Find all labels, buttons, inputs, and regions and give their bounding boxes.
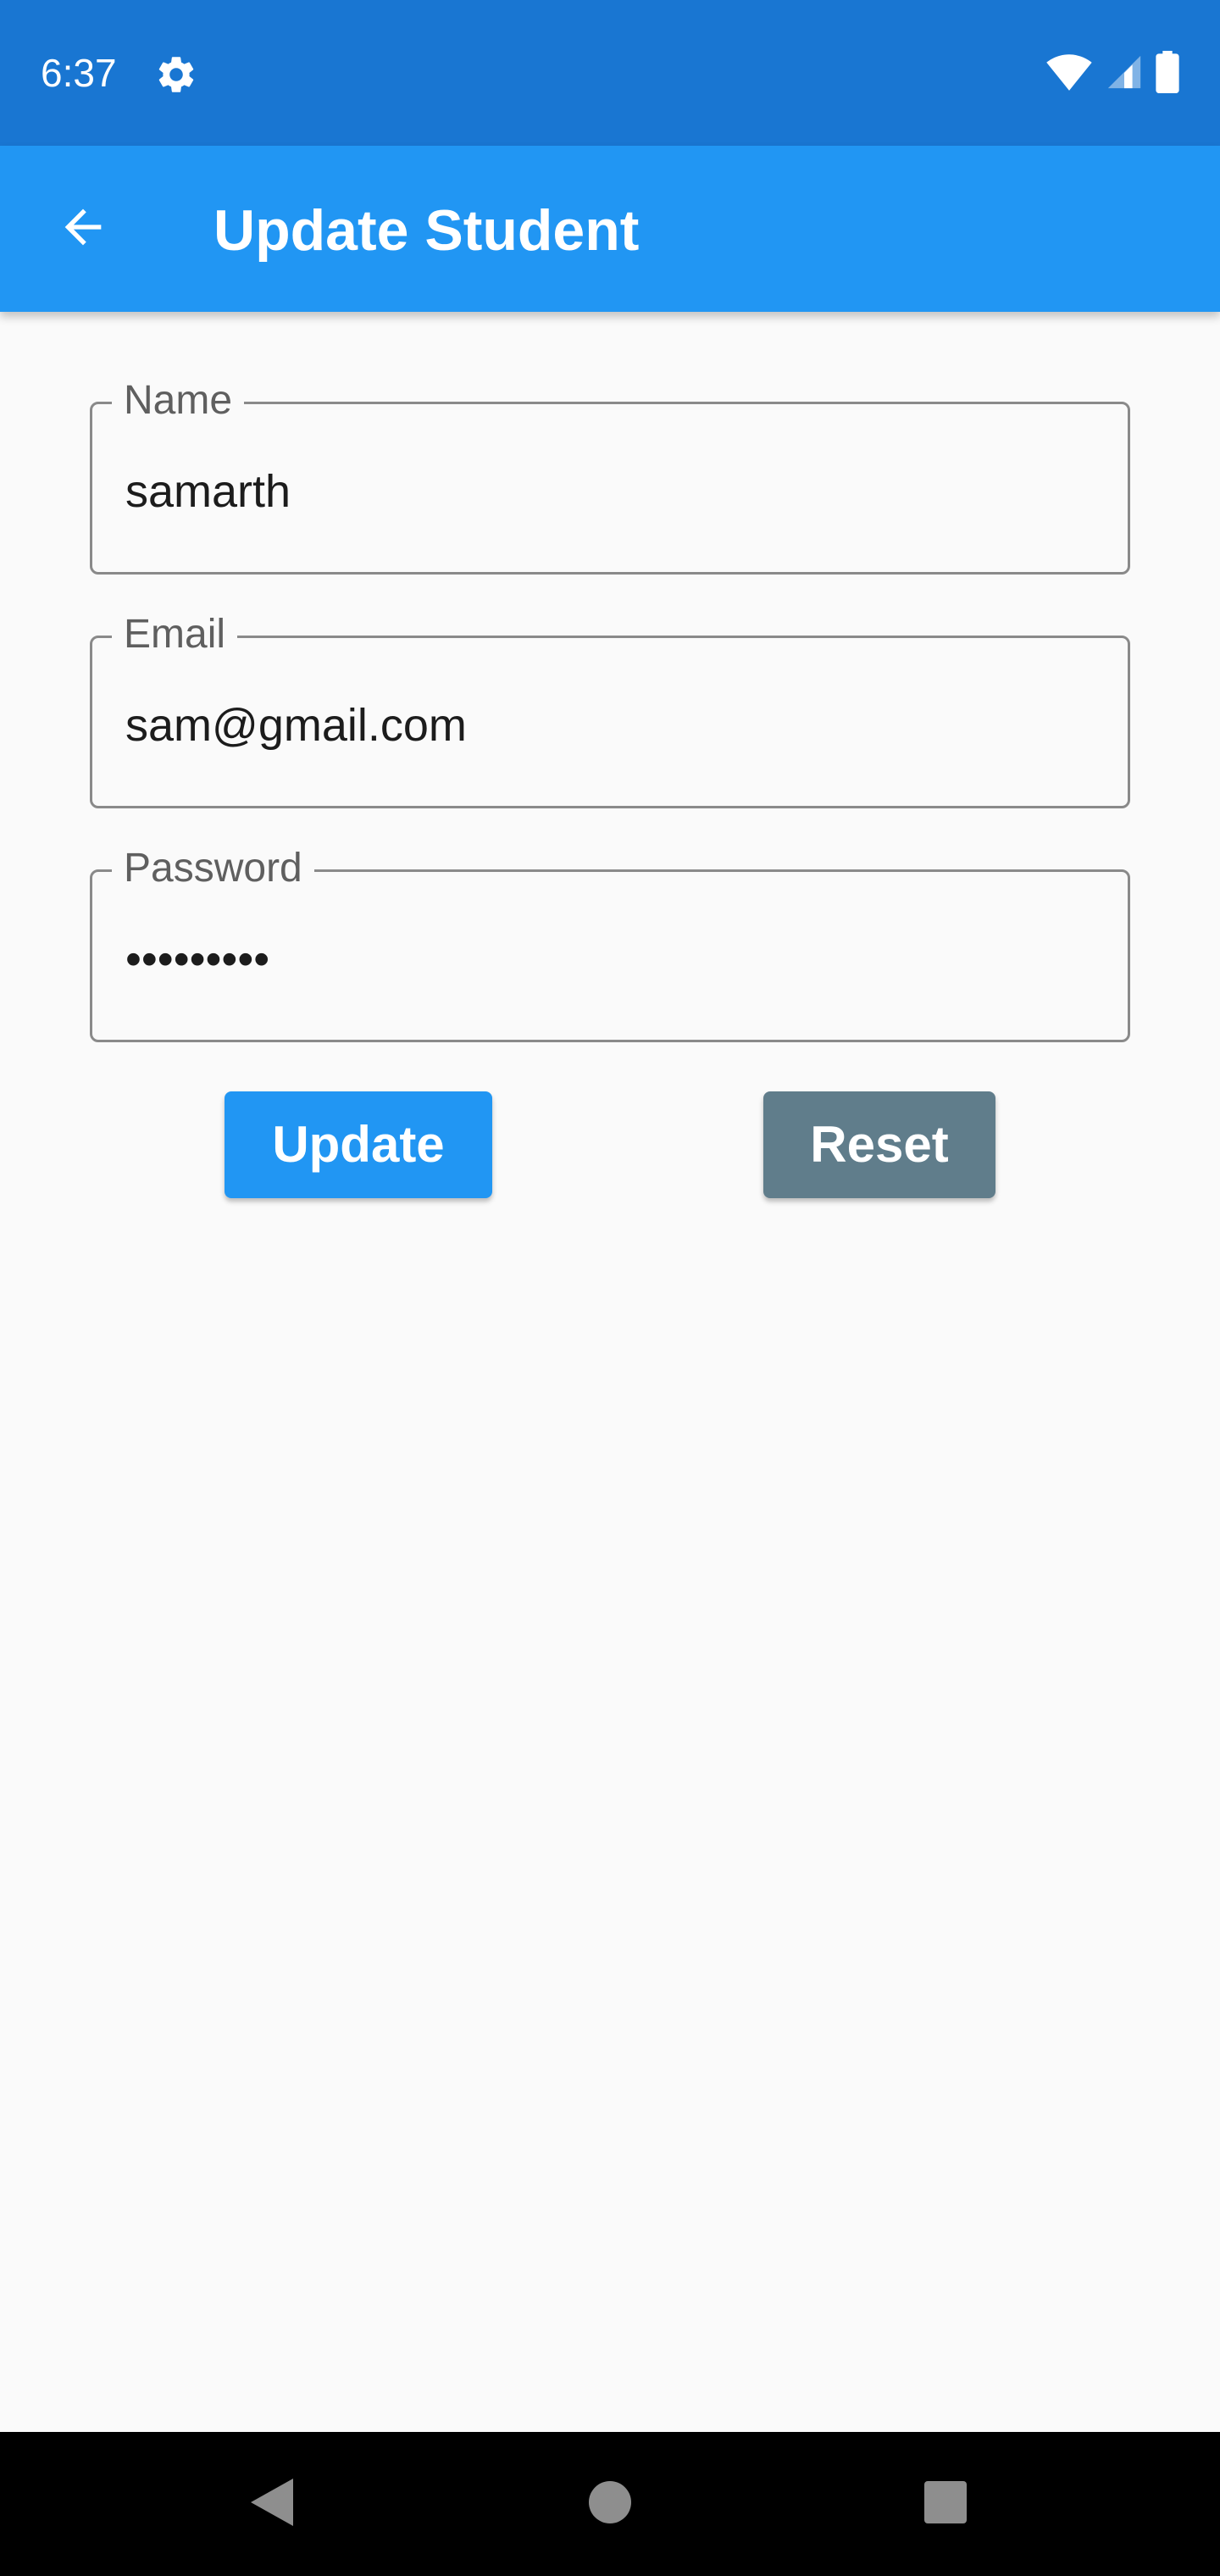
email-input[interactable] — [125, 691, 1091, 759]
name-field-label: Name — [112, 376, 245, 425]
password-input[interactable] — [125, 925, 1091, 993]
status-indicators — [1045, 50, 1179, 97]
password-field-label: Password — [112, 844, 314, 893]
status-time: 6:37 — [41, 51, 117, 95]
email-field-label: Email — [112, 610, 238, 659]
nav-home-circle-icon — [588, 2480, 632, 2529]
nav-home-button[interactable] — [568, 2462, 652, 2546]
update-button[interactable]: Update — [225, 1091, 492, 1198]
password-field: Password — [90, 844, 1130, 1042]
page-title: Update Student — [214, 198, 640, 263]
gear-icon — [154, 53, 198, 97]
cellular-signal-icon — [1105, 53, 1144, 96]
nav-back-button[interactable] — [229, 2462, 313, 2546]
back-button[interactable] — [47, 193, 119, 264]
email-field: Email — [90, 610, 1130, 808]
status-bar: 6:37 — [0, 0, 1220, 146]
wifi-icon — [1045, 53, 1093, 96]
nav-recents-button[interactable] — [903, 2462, 988, 2546]
arrow-back-icon — [56, 200, 110, 258]
battery-icon — [1156, 50, 1179, 97]
nav-back-triangle-icon — [247, 2477, 295, 2532]
app-bar: Update Student — [0, 146, 1220, 312]
system-nav-bar — [0, 2432, 1220, 2576]
nav-recents-square-icon — [923, 2480, 968, 2529]
reset-button[interactable]: Reset — [763, 1091, 995, 1198]
name-field: Name — [90, 376, 1130, 575]
name-input[interactable] — [125, 458, 1091, 525]
